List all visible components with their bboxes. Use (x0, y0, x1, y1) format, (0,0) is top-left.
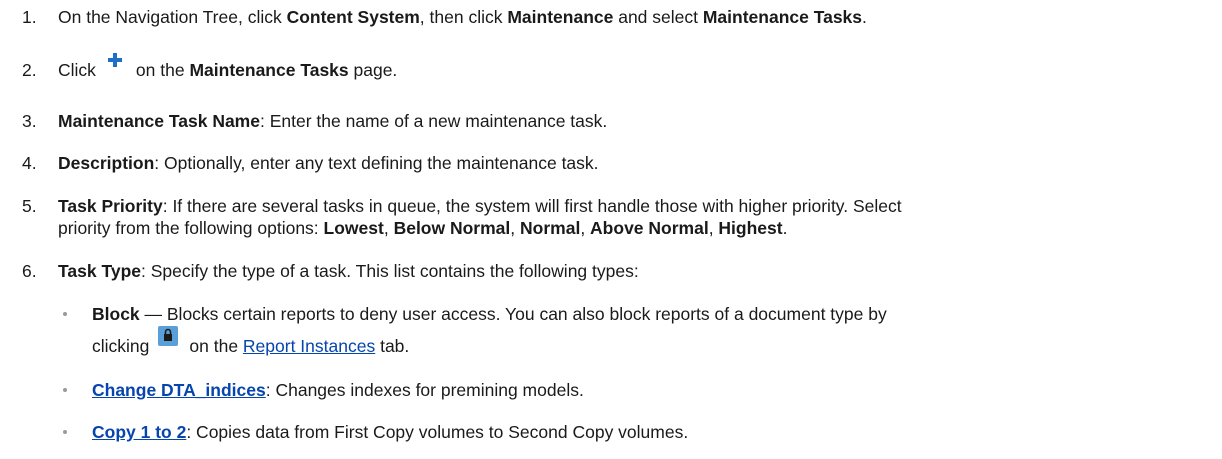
copy-1-to-2-link[interactable]: Copy 1 to 2 (92, 422, 186, 442)
step-5: 5. Task Priority: If there are several t… (0, 195, 1222, 241)
bullet-text-line-2: clicking on the Report Instances tab. (92, 326, 409, 357)
plus-icon[interactable] (104, 49, 126, 71)
bullet-text: Copy 1 to 2: Copies data from First Copy… (92, 422, 689, 442)
step-text: Description: Optionally, enter any text … (58, 153, 599, 173)
option-highest: Highest (718, 218, 783, 238)
step-number: 6. (22, 261, 37, 281)
document: 1. On the Navigation Tree, click Content… (0, 0, 1222, 459)
bullet-dot (63, 388, 67, 392)
step-text: Click on the Maintenance Tasks page. (58, 53, 1202, 81)
step-number: 5. (22, 196, 37, 216)
bullet-text: Change DTA_indices: Changes indexes for … (92, 380, 584, 400)
option-above-normal: Above Normal (590, 218, 709, 238)
step-number: 3. (22, 111, 37, 131)
bullet-dot (63, 430, 67, 434)
bullet-text: Block — Blocks certain reports to deny u… (92, 304, 887, 324)
step-number: 2. (22, 60, 37, 80)
option-below-normal: Below Normal (393, 218, 511, 238)
step-text: Task Priority: If there are several task… (58, 196, 902, 216)
list-item-block: Block — Blocks certain reports to deny u… (0, 303, 1222, 357)
option-lowest: Lowest (323, 218, 384, 238)
option-normal: Normal (520, 218, 581, 238)
bullet-dot (63, 312, 67, 316)
step-text: On the Navigation Tree, click Content Sy… (58, 7, 867, 27)
step-number: 4. (22, 153, 37, 173)
report-instances-link[interactable]: Report Instances (243, 336, 375, 356)
step-text: Maintenance Task Name: Enter the name of… (58, 111, 608, 131)
change-dta-indices-link[interactable]: Change DTA_indices (92, 380, 266, 400)
step-number: 1. (22, 7, 37, 27)
step-text: Task Type: Specify the type of a task. T… (58, 261, 639, 281)
step-text-line-2: priority from the following options: Low… (58, 218, 788, 238)
lock-icon[interactable] (157, 325, 179, 347)
